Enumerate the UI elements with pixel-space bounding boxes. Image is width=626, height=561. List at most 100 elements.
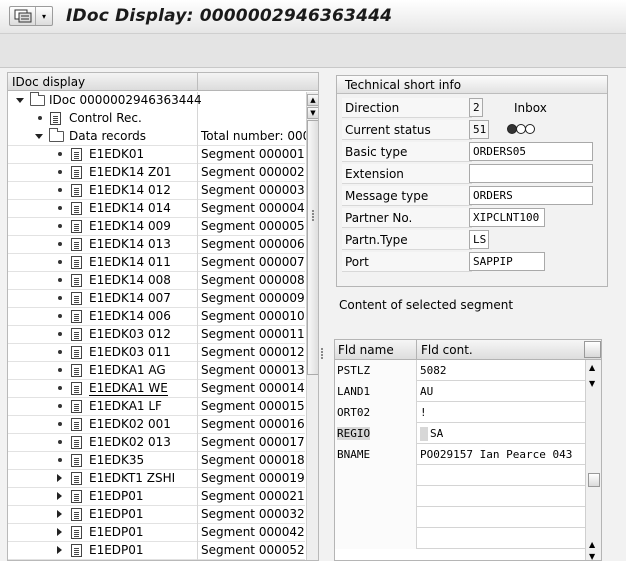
- tree-node-segment[interactable]: E1EDK02 013 Segment 000017: [8, 434, 305, 452]
- tree-node-segment[interactable]: E1EDKA1 LF Segment 000015: [8, 398, 305, 416]
- field-content-cell[interactable]: AU: [418, 381, 585, 402]
- segment-label: E1EDK14 014: [89, 201, 171, 215]
- collapse-icon[interactable]: [16, 98, 24, 103]
- tree-node-segment[interactable]: E1EDKA1 AG Segment 000013: [8, 362, 305, 380]
- grid-row[interactable]: [335, 507, 585, 528]
- tree-node-segment[interactable]: E1EDK14 014 Segment 000004: [8, 200, 305, 218]
- tree-node-segment[interactable]: E1EDK14 009 Segment 000005: [8, 218, 305, 236]
- tree-node-segment[interactable]: E1EDK14 Z01 Segment 000002: [8, 164, 305, 182]
- document-icon: [71, 184, 82, 197]
- expand-icon[interactable]: [57, 528, 62, 536]
- field-name-cell: [335, 486, 417, 507]
- field-name: LAND1: [337, 385, 371, 398]
- splitter-handle[interactable]: [320, 340, 324, 370]
- tree-node-root[interactable]: IDoc 0000002946363444: [8, 92, 305, 110]
- tree-node-segment[interactable]: E1EDK14 011 Segment 000007: [8, 254, 305, 272]
- scroll-up-icon[interactable]: ▲: [589, 363, 595, 372]
- grid-row[interactable]: [335, 486, 585, 507]
- tree-node-segment[interactable]: E1EDK03 011 Segment 000012: [8, 344, 305, 362]
- grid-scrollbar[interactable]: ▲ ▼ ▲ ▼: [585, 360, 601, 560]
- col-fld-name[interactable]: Fld name: [335, 340, 417, 360]
- grid-row[interactable]: REGIO SA: [335, 423, 585, 444]
- tree-scrollbar[interactable]: ▲ ▼: [306, 92, 318, 560]
- segment-label: E1EDP01: [89, 543, 144, 557]
- field-content-cell[interactable]: PO029157 Ian Pearce 043: [418, 444, 585, 465]
- document-icon: [71, 364, 82, 377]
- basic-type-field[interactable]: ORDERS05: [469, 142, 593, 161]
- segment-label: E1EDKT1 ZSHI: [89, 471, 176, 485]
- message-type-field[interactable]: ORDERS: [469, 186, 593, 205]
- grid-row[interactable]: ORT02!: [335, 402, 585, 423]
- port-field[interactable]: SAPPIP: [469, 252, 545, 271]
- tree-node-segment[interactable]: E1EDK14 013 Segment 000006: [8, 236, 305, 254]
- col-fld-cont[interactable]: Fld cont.: [418, 340, 583, 360]
- field-content-cell[interactable]: [418, 465, 585, 486]
- tree-node-segment[interactable]: E1EDK14 008 Segment 000008: [8, 272, 305, 290]
- segment-number: Segment 000012: [201, 345, 305, 359]
- tree-node-data-records[interactable]: Data records Total number: 000: [8, 128, 310, 146]
- tree-node-control-rec[interactable]: Control Rec.: [8, 110, 305, 128]
- splitter-handle[interactable]: [310, 200, 316, 240]
- document-icon: [71, 400, 82, 413]
- partner-no-field[interactable]: XIPCLNT100: [469, 208, 545, 227]
- scroll-thumb[interactable]: [588, 473, 600, 487]
- tree-node-segment[interactable]: E1EDKT1 ZSHI Segment 000019: [8, 470, 305, 488]
- scroll-down-icon[interactable]: ▼: [307, 107, 318, 119]
- tree-node-segment[interactable]: E1EDP01 Segment 000042: [8, 524, 305, 542]
- field-content-cell[interactable]: 5082: [418, 360, 585, 381]
- field-content-cell[interactable]: !: [418, 402, 585, 423]
- field-name: REGIO: [337, 427, 371, 440]
- scroll-down-icon[interactable]: ▼: [589, 379, 595, 388]
- field-name: BNAME: [337, 448, 371, 461]
- segment-number: Segment 000010: [201, 309, 305, 323]
- tree-node-segment[interactable]: E1EDK02 001 Segment 000016: [8, 416, 305, 434]
- tree-node-segment[interactable]: E1EDP01 Segment 000021: [8, 488, 305, 506]
- expand-icon[interactable]: [57, 510, 62, 518]
- tree-body: IDoc 0000002946363444 Control Rec. Data …: [8, 92, 310, 560]
- tree-node-segment[interactable]: E1EDK14 012 Segment 000003: [8, 182, 305, 200]
- expand-icon[interactable]: [57, 546, 62, 554]
- segment-label: E1EDK01: [89, 147, 145, 161]
- extension-field[interactable]: [469, 164, 593, 183]
- field-name-cell: PSTLZ: [335, 360, 417, 381]
- tree-node-segment[interactable]: E1EDK14 007 Segment 000009: [8, 290, 305, 308]
- tree-node-segment[interactable]: E1EDP01 Segment 000052: [8, 542, 305, 560]
- collapse-icon[interactable]: [35, 134, 43, 139]
- tree-node-segment[interactable]: E1EDK35 Segment 000018: [8, 452, 305, 470]
- tree-node-segment[interactable]: E1EDP01 Segment 000032: [8, 506, 305, 524]
- field-content-cell[interactable]: [418, 486, 585, 507]
- grid-row[interactable]: LAND1 AU: [335, 381, 585, 402]
- grid-row[interactable]: [335, 465, 585, 486]
- field-content-cell[interactable]: [418, 507, 585, 528]
- document-icon: [71, 508, 82, 521]
- scroll-thumb[interactable]: [307, 120, 318, 375]
- scroll-up-icon[interactable]: ▲: [589, 540, 595, 549]
- grid-row[interactable]: PSTLZ 5082: [335, 360, 585, 381]
- tree-node-segment[interactable]: E1EDKA1 WE Segment 000014: [8, 380, 305, 398]
- field-content-cell[interactable]: [418, 528, 585, 549]
- tree-node-segment[interactable]: E1EDK14 006 Segment 000010: [8, 308, 305, 326]
- tree-node-segment[interactable]: E1EDK03 012 Segment 000011: [8, 326, 305, 344]
- expand-icon[interactable]: [57, 492, 62, 500]
- expand-icon[interactable]: [57, 474, 62, 482]
- field-value: AU: [420, 385, 434, 398]
- grid-row[interactable]: BNAME PO029157 Ian Pearce 043: [335, 444, 585, 465]
- port-label: Port: [342, 252, 472, 272]
- field-name-cell: BNAME: [335, 444, 417, 465]
- direction-label: Direction: [342, 98, 472, 118]
- scroll-down-icon[interactable]: ▼: [589, 552, 595, 560]
- bullet-icon: [58, 152, 62, 156]
- tree-node-segment[interactable]: E1EDK01 Segment 000001: [8, 146, 305, 164]
- field-name-cell: LAND1: [335, 381, 417, 402]
- column-settings-button[interactable]: [584, 341, 601, 358]
- system-menu-button[interactable]: ▾: [9, 6, 53, 26]
- field-content-cell[interactable]: SA: [418, 423, 585, 444]
- segment-number: Segment 000001: [201, 147, 305, 161]
- tree-root-label: IDoc 0000002946363444: [49, 93, 202, 107]
- scroll-up-icon[interactable]: ▲: [307, 94, 318, 106]
- segment-label: E1EDKA1 WE: [89, 381, 168, 396]
- partn-type-field[interactable]: LS: [469, 230, 489, 249]
- grid-row[interactable]: [335, 528, 585, 549]
- field-name: PSTLZ: [337, 364, 371, 377]
- document-icon: [71, 346, 82, 359]
